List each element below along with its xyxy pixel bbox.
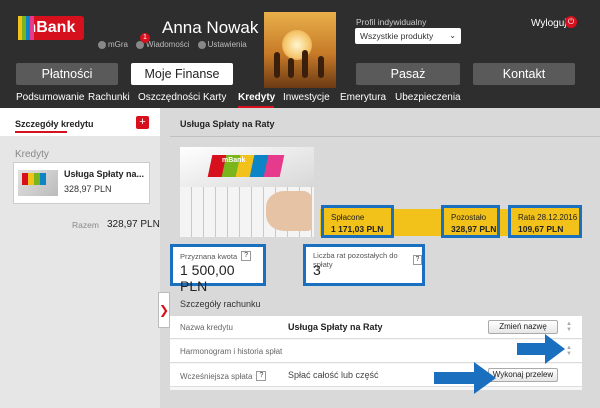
stat-installment-value: 109,67 PLN [518, 224, 564, 234]
stat-remaining-value: 328,97 PLN [451, 224, 497, 234]
stat-remaining-label: Pozostało [451, 213, 487, 222]
total-label: Razem [72, 220, 99, 230]
transfer-button[interactable]: Wykonaj przelew [488, 368, 558, 382]
chevron-right-icon[interactable]: ❯ [158, 292, 170, 328]
nav-platnosci[interactable]: Płatności [16, 63, 118, 85]
link-settings-label: Ustawienia [207, 40, 247, 49]
profile-label: Profil indywidualny [356, 17, 427, 27]
sort-icon[interactable]: ▲ ▼ [566, 321, 572, 333]
sort-icon[interactable]: ▲ ▼ [566, 345, 572, 357]
nav-pasaz[interactable]: Pasaż [356, 63, 460, 85]
left-panel-section: Kredyty [15, 149, 49, 160]
user-name: Anna Nowak [162, 18, 259, 37]
details-title: Szczegóły rachunku [180, 299, 261, 309]
help-icon[interactable]: ? [241, 251, 252, 261]
remaining-installments-value: 3 [313, 262, 321, 278]
nav-kontakt[interactable]: Kontakt [473, 63, 575, 85]
loan-card-name: Usługa Spłaty na... [64, 169, 145, 179]
stat-paid: Spłacone 1 171,03 PLN [321, 205, 394, 238]
help-icon[interactable]: ? [412, 255, 422, 265]
user-links: mGra Wiadomości Ustawienia [98, 40, 247, 49]
link-messages-label: Wiadomości [146, 40, 190, 49]
subnav-kredyty[interactable]: Kredyty [238, 92, 275, 103]
main-title: Usługa Spłaty na Raty [180, 119, 275, 129]
hand-shape [266, 191, 312, 231]
granted-amount-box: Przyznana kwota ? 1 500,00 PLN [170, 244, 266, 294]
subnav-ubezpieczenia[interactable]: Ubezpieczenia [395, 92, 461, 103]
subnav-oszczednosci[interactable]: Oszczędności [138, 92, 200, 103]
power-icon[interactable]: ⏻ [565, 16, 577, 28]
logout-link[interactable]: Wyloguj [531, 18, 566, 29]
granted-amount-label-text: Przyznana kwota [180, 251, 238, 261]
loan-card[interactable]: Usługa Spłaty na... 328,97 PLN [13, 162, 150, 204]
help-icon[interactable]: ? [256, 371, 267, 381]
card-pink [263, 155, 285, 177]
link-settings[interactable]: Ustawienia [197, 40, 247, 49]
rename-button[interactable]: Zmień nazwę [488, 320, 558, 334]
card-thumbnail [18, 170, 58, 196]
stat-installment: Rata 28.12.2016 109,67 PLN [508, 205, 582, 238]
stat-paid-label: Spłacone [331, 213, 365, 222]
main-divider [170, 136, 600, 137]
card-brand: mBank [222, 157, 246, 164]
remaining-installments-label-text: Liczba rat pozostałych do spłaty [313, 251, 398, 269]
messages-badge: 1 [140, 33, 150, 43]
row-label-text: Nazwa kredytu [180, 323, 233, 332]
trophy-icon [98, 40, 106, 49]
figure-3 [302, 50, 308, 78]
active-tab-underline [238, 106, 274, 108]
left-panel-title: Szczegóły kredytu [15, 119, 94, 129]
stat-installment-label: Rata 28.12.2016 [518, 213, 578, 222]
table-row: Wcześniejsza spłata ? Spłać całość lub c… [170, 364, 582, 387]
row-value: Usługa Spłaty na Raty [288, 322, 383, 332]
stat-paid-value: 1 171,03 PLN [331, 224, 384, 234]
subnav-podsumowanie[interactable]: Podsumowanie [16, 92, 84, 103]
subnav-karty[interactable]: Karty [203, 92, 226, 103]
subnav-rachunki[interactable]: Rachunki [88, 92, 130, 103]
hero-photo [264, 12, 336, 88]
chevron-down-icon: ⌄ [449, 31, 456, 40]
stat-remaining: Pozostało 328,97 PLN [441, 205, 500, 238]
left-panel-title-underline [15, 131, 67, 133]
loan-card-amount: 328,97 PLN [64, 184, 112, 194]
add-button[interactable]: + [136, 116, 149, 129]
subnav-inwestycje[interactable]: Inwestycje [283, 92, 330, 103]
row-label-text: Harmonogram i historia spłat [180, 347, 283, 356]
nav-moje-finanse[interactable]: Moje Finanse [131, 63, 233, 85]
row-label-text: Wcześniejsza spłata [180, 371, 253, 381]
remaining-installments-label: Liczba rat pozostałych do spłaty ? [313, 251, 422, 269]
link-mgra[interactable]: mGra [98, 40, 128, 49]
profile-select-value: Wszystkie produkty [360, 31, 434, 41]
arrow-right-icon [517, 334, 565, 364]
granted-amount-value: 1 500,00 PLN [180, 262, 235, 294]
arrow-right-icon [434, 362, 496, 394]
gear-icon [197, 40, 206, 49]
logo-stripes-icon [18, 16, 34, 40]
remaining-installments-box: Liczba rat pozostałych do spłaty ? 3 [303, 244, 425, 286]
link-mgra-label: mGra [108, 40, 128, 49]
row-label: Wcześniejsza spłata ? [180, 371, 267, 381]
figure-1 [274, 52, 280, 78]
subnav-emerytura[interactable]: Emerytura [340, 92, 386, 103]
figure-4 [318, 56, 324, 78]
granted-amount-label: Przyznana kwota ? [180, 251, 252, 261]
row-value: Spłać całość lub część [288, 370, 379, 380]
product-image: mBank [180, 147, 314, 237]
profile-select[interactable]: Wszystkie produkty ⌄ [355, 28, 461, 44]
row-label: Harmonogram i historia spłat [180, 347, 282, 356]
total-value: 328,97 PLN [107, 219, 160, 230]
row-label: Nazwa kredytu [180, 323, 233, 332]
figure-2 [288, 58, 294, 78]
